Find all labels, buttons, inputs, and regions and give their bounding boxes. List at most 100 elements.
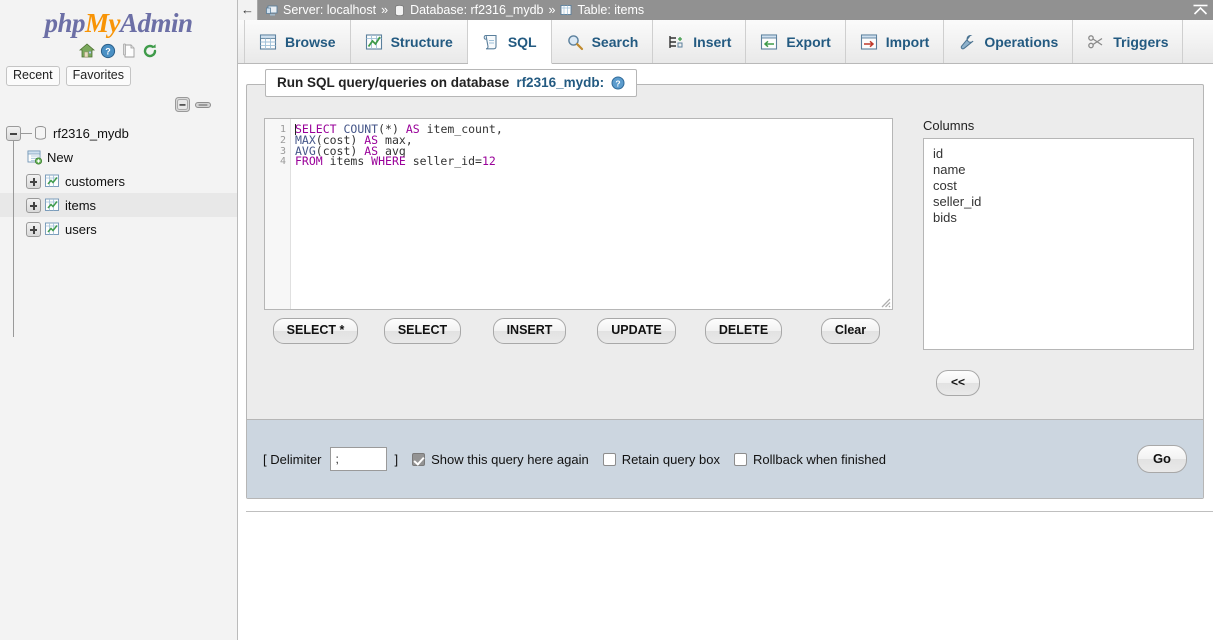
tab-insert[interactable]: Insert xyxy=(653,20,747,63)
update-button[interactable]: UPDATE xyxy=(597,318,676,344)
tab-label: SQL xyxy=(507,33,537,50)
column-item[interactable]: bids xyxy=(933,210,1193,226)
line-number: 4 xyxy=(279,156,286,168)
column-item[interactable]: cost xyxy=(933,178,1193,194)
retain-query-box-option[interactable]: Retain query box xyxy=(602,452,720,467)
resize-grip[interactable] xyxy=(878,295,891,308)
breadcrumb-table[interactable]: Table: items xyxy=(577,3,644,17)
delimiter-input[interactable] xyxy=(329,447,387,471)
recent-chip[interactable]: Recent xyxy=(6,66,60,86)
column-item[interactable]: seller_id xyxy=(933,194,1193,210)
tree-database-label: rf2316_mydb xyxy=(53,125,129,141)
tab-import[interactable]: Import xyxy=(846,20,945,63)
columns-caption: Columns xyxy=(923,118,975,133)
tree-node-items[interactable]: items xyxy=(0,193,237,217)
insert-column-button[interactable]: << xyxy=(936,370,981,396)
show-query-again-checkbox[interactable] xyxy=(412,452,426,466)
sidebar-chips: Recent Favorites xyxy=(0,66,237,86)
show-query-again-label: Show this query here again xyxy=(431,451,589,467)
column-item[interactable]: name xyxy=(933,162,1193,178)
home-icon[interactable] xyxy=(79,43,95,59)
query-action-buttons: SELECT * SELECT INSERT UPDATE DELETE Cle… xyxy=(262,318,904,344)
tree-expand-toggle[interactable] xyxy=(26,197,41,213)
tab-label: Search xyxy=(591,33,639,50)
legend-text: Run SQL query/queries on database xyxy=(277,75,510,90)
card-legend: Run SQL query/queries on database rf2316… xyxy=(265,69,638,97)
browse-icon xyxy=(259,33,277,50)
delimiter-close-label: ] xyxy=(394,451,399,467)
tree-expand-toggle[interactable] xyxy=(26,221,41,237)
favorites-chip[interactable]: Favorites xyxy=(65,66,132,86)
tree-node-database[interactable]: rf2316_mydb xyxy=(0,121,237,145)
tab-operations[interactable]: Operations xyxy=(944,20,1074,63)
sql-query-card: Run SQL query/queries on database rf2316… xyxy=(246,69,1204,499)
main-content: ← Server: localhost » Database: rf2316_m… xyxy=(238,0,1213,640)
logo-admin: Admin xyxy=(120,8,193,38)
collapse-all-icon[interactable] xyxy=(1188,0,1213,20)
tree-item-label: users xyxy=(65,221,97,237)
operations-icon xyxy=(961,34,974,49)
tab-structure[interactable]: Structure xyxy=(351,20,468,63)
triggers-icon xyxy=(1088,34,1103,48)
tree-node-customers[interactable]: customers xyxy=(0,169,237,193)
sql-code[interactable]: SELECT COUNT(*) AS item_count, MAX(cost) … xyxy=(295,119,503,167)
breadcrumb-database[interactable]: Database: rf2316_mydb xyxy=(410,3,543,17)
collapse-tree-icon[interactable] xyxy=(175,97,190,112)
logo-php: php xyxy=(44,8,85,38)
import-icon xyxy=(860,33,877,50)
columns-list[interactable]: id name cost seller_id bids xyxy=(923,138,1194,350)
new-table-icon xyxy=(27,150,43,165)
select-button[interactable]: SELECT xyxy=(383,318,462,344)
sql-token: seller_id= xyxy=(405,154,482,169)
phpmyadmin-logo[interactable]: phpMyAdmin xyxy=(0,0,237,38)
delimiter-open-label: [ Delimiter xyxy=(263,451,322,467)
show-query-again-option[interactable]: Show this query here again xyxy=(412,452,589,467)
doc-icon[interactable] xyxy=(121,43,137,59)
retain-query-box-checkbox[interactable] xyxy=(602,452,616,466)
breadcrumb-server[interactable]: Server: localhost xyxy=(283,3,376,17)
tab-bar: Browse Structure SQL Search Insert Expor… xyxy=(238,20,1213,64)
rollback-option[interactable]: Rollback when finished xyxy=(733,452,886,467)
tree-vertical-line xyxy=(13,141,14,337)
tab-sql[interactable]: SQL xyxy=(467,20,552,64)
insert-button[interactable]: INSERT xyxy=(492,318,567,344)
tab-label: Triggers xyxy=(1113,33,1169,50)
database-tree: rf2316_mydb New customers items users xyxy=(0,121,237,337)
tab-label: Operations xyxy=(984,33,1059,50)
select-star-button[interactable]: SELECT * xyxy=(272,318,359,344)
table-icon xyxy=(45,198,59,211)
tree-node-new[interactable]: New xyxy=(0,145,237,169)
help-circle-icon[interactable]: ? xyxy=(611,76,625,90)
reload-icon[interactable] xyxy=(142,43,158,59)
help-icon[interactable]: ? xyxy=(100,43,116,59)
tab-triggers[interactable]: Triggers xyxy=(1073,20,1184,63)
phpmyadmin-window: phpMyAdmin ? Recent Favorites rf2316_myd… xyxy=(0,0,1213,640)
tree-node-users[interactable]: users xyxy=(0,217,237,241)
server-icon xyxy=(266,5,278,16)
clear-button[interactable]: Clear xyxy=(820,318,881,344)
tree-expand-toggle[interactable] xyxy=(26,173,41,189)
tab-export[interactable]: Export xyxy=(746,20,846,63)
database-icon xyxy=(35,126,46,140)
breadcrumb-separator: » xyxy=(381,3,389,17)
breadcrumb: ← Server: localhost » Database: rf2316_m… xyxy=(238,0,1213,20)
line-number: 2 xyxy=(279,134,286,146)
link-tree-icon[interactable] xyxy=(195,99,211,111)
rollback-checkbox[interactable] xyxy=(733,452,747,466)
go-button[interactable]: Go xyxy=(1136,445,1187,473)
legend-database: rf2316_mydb: xyxy=(516,75,605,90)
go-button-wrap: Go xyxy=(1136,445,1187,473)
tree-collapse-toggle[interactable] xyxy=(6,125,21,141)
back-button[interactable]: ← xyxy=(238,0,258,20)
footer-divider xyxy=(246,511,1213,512)
delete-button[interactable]: DELETE xyxy=(704,318,783,344)
sql-editor[interactable]: 1 2 3 4 SELECT COUNT(*) AS item_count, MA… xyxy=(264,118,893,310)
export-icon xyxy=(761,33,778,50)
column-item[interactable]: id xyxy=(933,146,1193,162)
sql-token: item_count, xyxy=(419,122,503,136)
tab-label: Structure xyxy=(390,33,453,50)
tab-browse[interactable]: Browse xyxy=(244,20,351,63)
search-icon xyxy=(567,34,583,50)
tab-search[interactable]: Search xyxy=(552,20,654,63)
sql-token: FROM xyxy=(295,154,323,169)
